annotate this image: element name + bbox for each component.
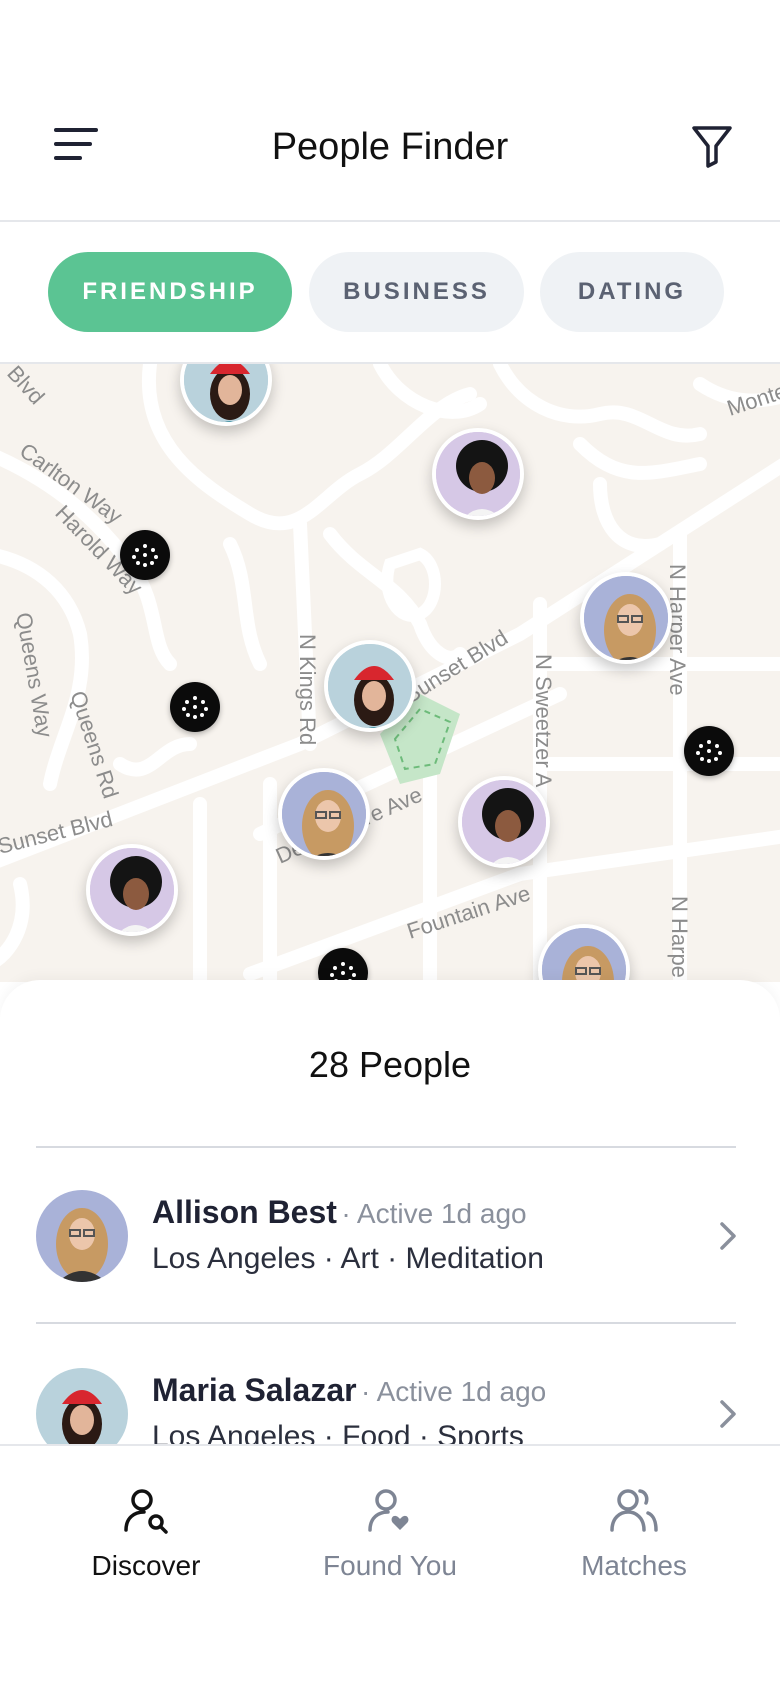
street-label: Monte	[724, 378, 780, 421]
tab-friendship[interactable]: FRIENDSHIP	[48, 252, 292, 332]
nav-matches[interactable]: Matches	[524, 1486, 744, 1606]
last-active: · Active 1d ago	[341, 1198, 527, 1229]
found-you-icon	[368, 1489, 409, 1532]
street-label: N Kings Rd	[295, 634, 320, 745]
list-item-person[interactable]: Allison Best · Active 1d ago Los Angeles…	[0, 1148, 780, 1324]
map-pin-person[interactable]	[580, 572, 672, 664]
app-header: People Finder	[0, 0, 780, 222]
street-label: N Sweetzer A	[531, 654, 556, 788]
nav-label: Matches	[581, 1550, 687, 1581]
person-details: Los Angeles · Food · Sports	[152, 1420, 524, 1446]
list-item-person[interactable]: Maria Salazar · Active 1d ago Los Angele…	[0, 1326, 780, 1446]
street-label: Queens Rd	[65, 688, 123, 802]
dots-icon	[182, 696, 208, 719]
tab-dating[interactable]: DATING	[540, 252, 724, 332]
dots-icon	[132, 544, 158, 567]
avatar	[36, 1190, 128, 1282]
tab-business[interactable]: BUSINESS	[309, 252, 524, 332]
person-name: Maria Salazar	[152, 1372, 357, 1408]
map-pin-person[interactable]	[86, 844, 178, 936]
map-pin-person[interactable]	[324, 640, 416, 732]
street-label: Sunset Blvd	[399, 625, 512, 708]
nav-found-you[interactable]: Found You	[280, 1486, 500, 1606]
street-label: N Harpe	[667, 896, 692, 978]
map-pin-person[interactable]	[458, 776, 550, 868]
map-cluster-marker[interactable]	[684, 726, 734, 776]
people-list-sheet[interactable]: 28 People Allison Best · Active 1d ago L…	[0, 980, 780, 1446]
category-tabs: FRIENDSHIP BUSINESS DATING	[0, 224, 780, 362]
discover-icon	[124, 1489, 168, 1534]
avatar	[36, 1368, 128, 1446]
map-view[interactable]: Blvd Carlton Way Harold Way Queens Way Q…	[0, 362, 780, 982]
street-label: Blvd	[2, 364, 49, 409]
page-title: People Finder	[271, 126, 509, 168]
bottom-navigation: Discover Found You Matches	[0, 1444, 780, 1688]
street-label: Queens Way	[11, 611, 58, 740]
chevron-right-icon	[720, 1400, 736, 1428]
matches-icon	[610, 1489, 658, 1532]
divider	[36, 1322, 736, 1324]
dots-icon	[330, 962, 356, 982]
map-cluster-marker[interactable]	[120, 530, 170, 580]
people-count: 28 People	[308, 1044, 472, 1085]
chevron-right-icon	[720, 1222, 736, 1250]
dots-icon	[696, 740, 722, 763]
street-label: Sunset Blvd	[0, 806, 115, 859]
map-cluster-marker[interactable]	[170, 682, 220, 732]
person-details: Los Angeles · Art · Meditation	[152, 1242, 544, 1275]
nav-discover[interactable]: Discover	[36, 1486, 256, 1606]
nav-label: Discover	[91, 1550, 201, 1581]
nav-label: Found You	[323, 1550, 457, 1581]
map-pin-person[interactable]	[432, 428, 524, 520]
filter-icon[interactable]	[688, 122, 736, 170]
map-cluster-marker[interactable]	[318, 948, 368, 982]
last-active: · Active 1d ago	[361, 1376, 547, 1407]
person-name: Allison Best	[152, 1194, 337, 1230]
map-pin-person[interactable]	[278, 768, 370, 860]
